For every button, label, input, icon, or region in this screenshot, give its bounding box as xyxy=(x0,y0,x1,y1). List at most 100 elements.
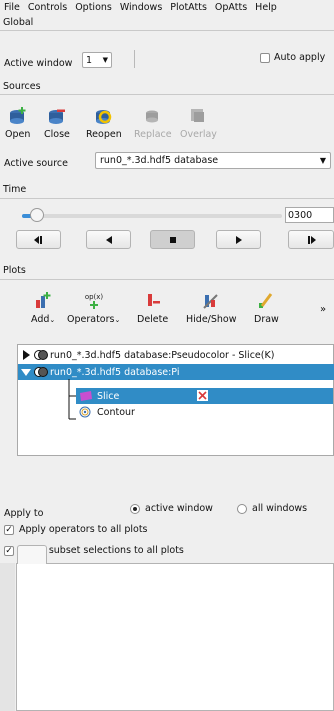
active-window-value: 1 xyxy=(86,54,93,66)
reopen-button[interactable]: Reopen xyxy=(86,106,122,140)
add-plot-icon xyxy=(36,292,51,308)
active-window-label: Active window xyxy=(4,58,73,69)
overlay-button[interactable]: Overlay xyxy=(180,106,217,140)
active-window-radio-button[interactable] xyxy=(130,503,140,514)
slice-operator-icon xyxy=(80,391,92,401)
auto-apply-label: Auto apply xyxy=(274,52,326,63)
chevron-down-icon: ▼ xyxy=(319,156,326,165)
stop-button[interactable] xyxy=(150,230,195,249)
time-section-label: Time xyxy=(3,184,27,195)
delete-plot-button[interactable]: Delete xyxy=(137,291,168,325)
all-windows-radio-button[interactable] xyxy=(237,503,247,514)
operator-item-label: Slice xyxy=(97,390,120,402)
add-plot-button[interactable]: Add⌄ xyxy=(31,291,55,325)
open-button[interactable]: Open xyxy=(5,106,30,140)
hide-show-button[interactable]: Hide/Show xyxy=(186,291,237,325)
chevron-down-icon: ▼ xyxy=(102,56,108,64)
reopen-label: Reopen xyxy=(86,129,122,140)
contour-icon xyxy=(79,406,91,418)
draw-icon xyxy=(259,293,273,308)
collapse-arrow-icon[interactable] xyxy=(20,366,32,378)
time-state-field[interactable]: 0300 xyxy=(285,207,334,223)
time-divider xyxy=(0,198,334,199)
hide-show-icon xyxy=(203,294,218,309)
reverse-play-button[interactable] xyxy=(86,230,131,249)
menu-bar: File Controls Options Windows PlotAtts O… xyxy=(0,0,334,14)
global-divider xyxy=(0,30,334,31)
overlay-label: Overlay xyxy=(180,129,217,140)
all-windows-radio-label: all windows xyxy=(252,503,308,514)
plot-list-item[interactable]: run0_*.3d.hdf5 database:Pi xyxy=(18,364,334,380)
active-window-spinbox[interactable]: 1 ▼ xyxy=(82,52,112,68)
forward-step-button[interactable] xyxy=(288,230,334,249)
close-label: Close xyxy=(44,129,70,140)
delete-plot-icon xyxy=(147,294,160,306)
apply-subset-check-box[interactable]: ✓ xyxy=(4,545,14,556)
side-strip xyxy=(0,563,15,711)
menu-plotatts[interactable]: PlotAtts xyxy=(166,2,211,13)
svg-text:op(x): op(x) xyxy=(85,293,104,301)
auto-apply-check-box[interactable] xyxy=(260,52,270,63)
operators-icon: op(x) xyxy=(85,293,104,309)
operators-label: Operators⌄ xyxy=(67,314,121,325)
plot-item-label: run0_*.3d.hdf5 database:Pseudocolor - Sl… xyxy=(50,349,275,361)
visibility-icon[interactable] xyxy=(34,366,48,378)
apply-to-label: Apply to xyxy=(4,508,44,519)
expand-arrow-icon[interactable] xyxy=(20,349,32,361)
plot-list[interactable]: run0_*.3d.hdf5 database:Pseudocolor - Sl… xyxy=(17,344,334,456)
close-button[interactable]: Close xyxy=(44,106,70,140)
apply-operators-label: Apply operators to all plots xyxy=(19,524,148,535)
tree-branch-lines xyxy=(68,379,76,420)
time-slider-track[interactable] xyxy=(22,214,282,218)
active-window-radio-label: active window xyxy=(145,503,213,514)
time-slider-handle[interactable] xyxy=(30,208,44,222)
toolbar-more-button[interactable]: » xyxy=(320,304,326,315)
replace-button[interactable]: Replace xyxy=(134,106,172,140)
close-database-icon xyxy=(48,109,65,124)
plots-divider xyxy=(0,279,334,280)
play-button[interactable] xyxy=(216,230,261,249)
active-source-combobox[interactable]: run0_*.3d.hdf5 database ▼ xyxy=(95,152,331,169)
plots-section-label: Plots xyxy=(3,265,26,276)
reverse-step-button[interactable] xyxy=(16,230,61,249)
toolbar-separator xyxy=(134,50,135,68)
menu-options[interactable]: Options xyxy=(71,2,116,13)
active-source-value: run0_*.3d.hdf5 database xyxy=(100,155,219,166)
operator-list-item[interactable]: Contour xyxy=(76,404,333,420)
draw-label: Draw xyxy=(254,314,279,325)
sources-section-label: Sources xyxy=(3,81,41,92)
reopen-database-icon xyxy=(95,110,112,124)
all-windows-radio[interactable]: all windows xyxy=(237,503,307,514)
open-label: Open xyxy=(5,129,31,140)
draw-button[interactable]: Draw xyxy=(254,291,279,325)
active-source-label: Active source xyxy=(4,158,68,169)
operator-list-item[interactable]: Slice xyxy=(76,388,333,404)
replace-label: Replace xyxy=(134,129,172,140)
time-state-value: 0300 xyxy=(288,209,313,221)
apply-operators-check-box[interactable]: ✓ xyxy=(4,524,14,535)
sources-divider xyxy=(0,94,334,95)
notepad-area xyxy=(16,563,334,711)
active-window-radio[interactable]: active window xyxy=(130,503,213,514)
auto-apply-checkbox[interactable]: Auto apply xyxy=(260,52,325,63)
hide-show-label: Hide/Show xyxy=(186,314,237,325)
step-forward-icon xyxy=(308,235,316,244)
operators-button[interactable]: op(x) Operators⌄ xyxy=(67,291,120,325)
menu-file[interactable]: File xyxy=(0,2,24,13)
play-reverse-icon xyxy=(105,235,112,244)
menu-windows[interactable]: Windows xyxy=(116,2,166,13)
stop-icon xyxy=(169,236,176,243)
replace-database-icon xyxy=(145,110,158,123)
global-section-label: Global xyxy=(3,17,34,28)
delete-operator-icon[interactable] xyxy=(197,390,208,401)
delete-label: Delete xyxy=(137,314,169,325)
menu-help[interactable]: Help xyxy=(251,2,281,13)
notepad-tab[interactable] xyxy=(17,545,47,564)
menu-controls[interactable]: Controls xyxy=(24,2,71,13)
plot-item-label: run0_*.3d.hdf5 database:Pi xyxy=(50,366,180,378)
visibility-icon[interactable] xyxy=(34,349,48,361)
plot-list-item[interactable]: run0_*.3d.hdf5 database:Pseudocolor - Sl… xyxy=(18,347,334,363)
add-plot-label: Add⌄ xyxy=(31,314,56,325)
menu-opatts[interactable]: OpAtts xyxy=(211,2,251,13)
apply-operators-checkbox[interactable]: ✓ Apply operators to all plots xyxy=(4,524,148,535)
